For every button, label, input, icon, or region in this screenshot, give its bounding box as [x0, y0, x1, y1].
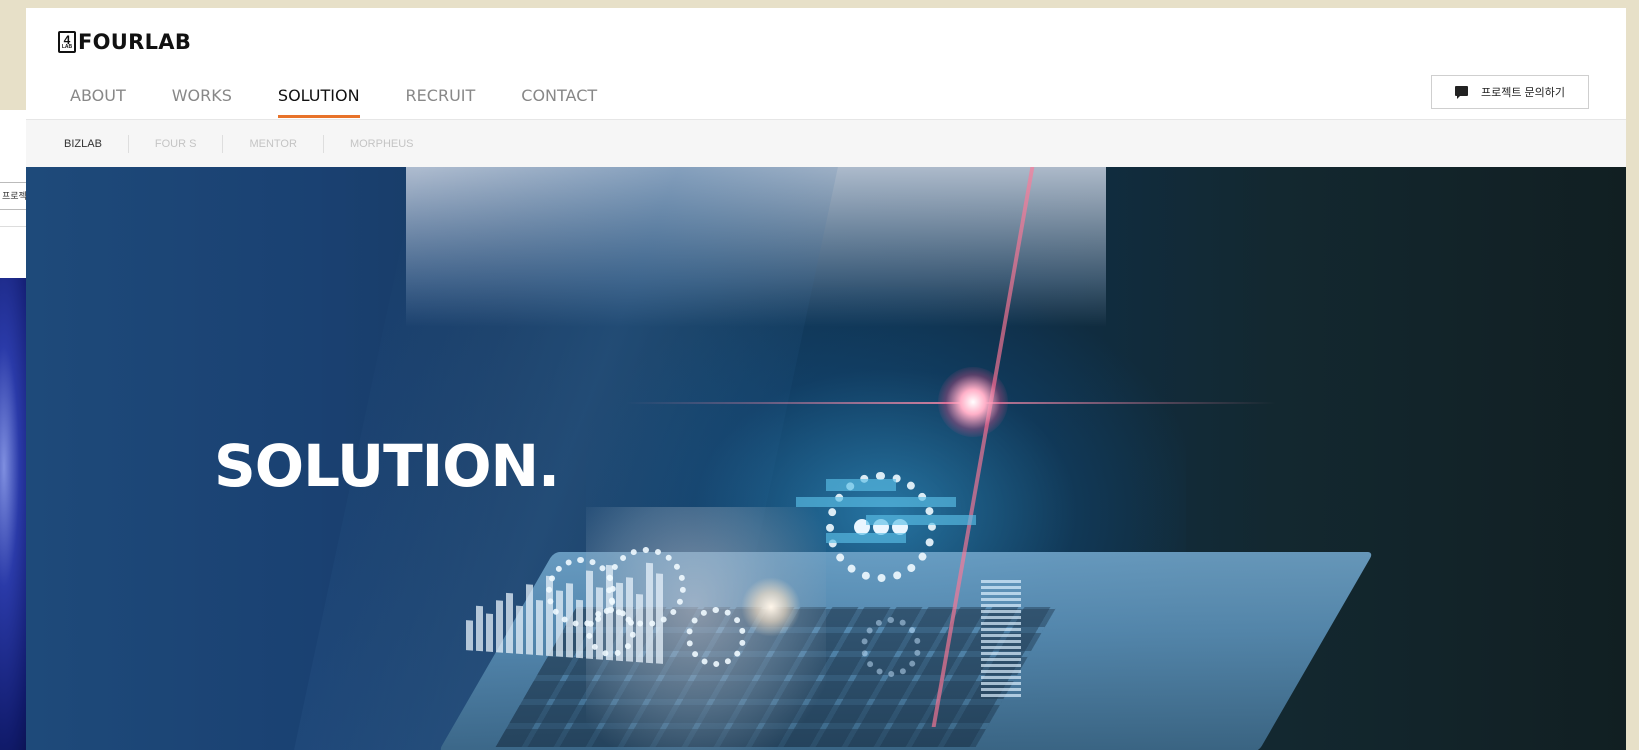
project-inquiry-label: 프로젝트 문의하기 — [1480, 87, 1565, 99]
hero-sparkle — [741, 577, 801, 637]
site-header: 4 LAB FOURLAB ABOUT WORKS SOLUTION RECRU… — [26, 8, 1626, 120]
logo[interactable]: 4 LAB FOURLAB — [58, 30, 191, 54]
sub-nav-four-s[interactable]: FOUR S — [155, 138, 197, 150]
hero-data-panel — [826, 479, 896, 491]
main-nav: ABOUT WORKS SOLUTION RECRUIT CONTACT — [70, 86, 643, 118]
gear-icon — [686, 607, 746, 667]
sub-nav-bizlab[interactable]: BIZLAB — [64, 138, 102, 150]
hero-banner: SOLUTION. — [26, 167, 1626, 750]
nav-item-recruit[interactable]: RECRUIT — [406, 86, 476, 115]
nav-item-solution[interactable]: SOLUTION — [277, 86, 360, 118]
chat-icon — [1454, 85, 1471, 99]
project-inquiry-button[interactable]: 프로젝트 문의하기 — [1431, 75, 1589, 109]
hero-data-panel — [826, 533, 906, 543]
sub-nav-mentor[interactable]: MENTOR — [249, 138, 296, 150]
nav-item-contact[interactable]: CONTACT — [521, 86, 597, 115]
hero-title: SOLUTION. — [214, 432, 560, 500]
sub-nav-divider — [127, 134, 129, 153]
hero-lens-flare — [938, 367, 1008, 437]
hero-data-panel — [866, 515, 976, 525]
sub-nav-morpheus[interactable]: MORPHEUS — [350, 138, 414, 150]
sub-nav: BIZLAB FOUR S MENTOR MORPHEUS — [26, 120, 1626, 167]
gear-icon — [586, 607, 636, 657]
sub-nav-divider — [222, 134, 224, 153]
nav-item-works[interactable]: WORKS — [172, 86, 232, 115]
logo-mark-sub: LAB — [61, 44, 73, 50]
gear-icon — [861, 617, 921, 677]
sub-nav-divider — [322, 134, 324, 153]
logo-text: FOURLAB — [78, 30, 192, 54]
hero-scan-lines — [981, 577, 1021, 697]
site-window: 4 LAB FOURLAB ABOUT WORKS SOLUTION RECRU… — [26, 8, 1626, 750]
nav-item-about[interactable]: ABOUT — [70, 86, 126, 115]
logo-mark-icon: 4 LAB — [58, 31, 76, 53]
hero-data-panel — [796, 497, 956, 507]
